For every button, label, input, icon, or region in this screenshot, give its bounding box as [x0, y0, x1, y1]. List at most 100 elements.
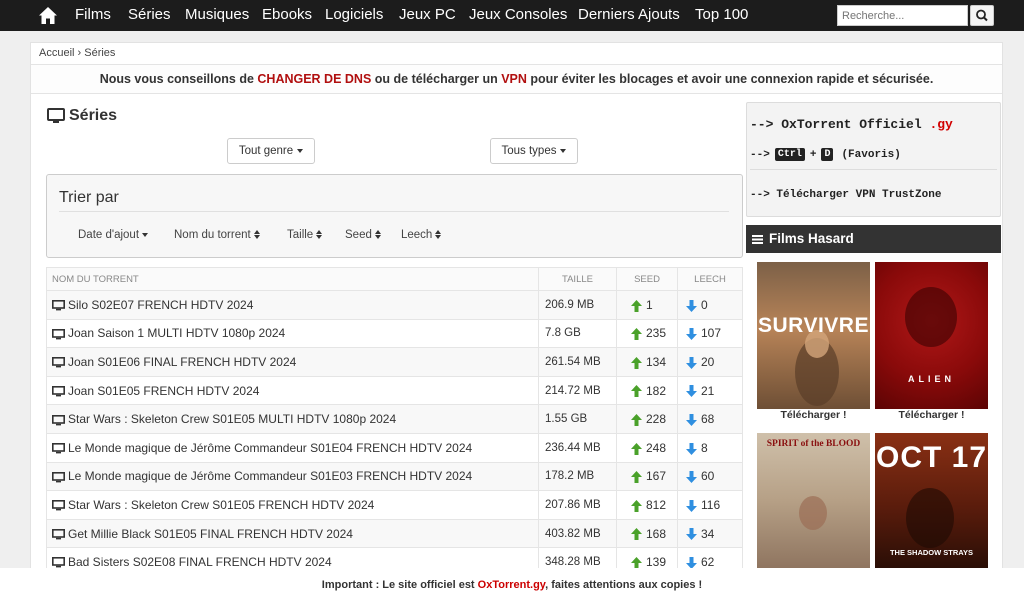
col-header-name: NOM DU TORRENT	[46, 267, 539, 291]
bookmark-shortcut-line: --> Ctrl + D (Favoris)	[750, 148, 901, 161]
poster-oct-17[interactable]: OCT 17 THE SHADOW STRAYS	[875, 433, 988, 568]
size-cell: 403.82 MB	[538, 518, 617, 549]
torrent-name-cell[interactable]: Get Millie Black S01E05 FINAL FRENCH HDT…	[46, 518, 539, 549]
divider	[750, 169, 997, 170]
torrent-name-cell[interactable]: Joan S01E06 FINAL FRENCH HDTV 2024	[46, 347, 539, 377]
leech-cell: 20	[677, 347, 743, 377]
torrent-name-cell[interactable]: Le Monde magique de Jérôme Commandeur S0…	[46, 432, 539, 463]
leech-down-arrow-icon	[686, 471, 697, 484]
nav-series[interactable]: Séries	[128, 0, 171, 31]
search-button[interactable]	[970, 5, 994, 26]
nav-jeux-consoles[interactable]: Jeux Consoles	[469, 0, 567, 31]
home-icon[interactable]	[38, 6, 58, 25]
nav-jeux-pc[interactable]: Jeux PC	[399, 0, 456, 31]
table-row: Joan Saison 1 MULTI HDTV 1080p 2024 7.8 G…	[46, 318, 743, 349]
size-cell: 7.8 GB	[538, 318, 617, 349]
tv-icon	[52, 528, 65, 540]
leech-down-arrow-icon	[686, 356, 697, 369]
torrent-name-cell[interactable]: Star Wars : Skeleton Crew S01E05 FRENCH …	[46, 490, 539, 520]
sort-icon	[435, 230, 442, 240]
size-cell: 236.44 MB	[538, 432, 617, 463]
torrent-link[interactable]: Joan Saison 1 MULTI HDTV 1080p 2024	[68, 326, 285, 340]
seed-cell: 235	[616, 318, 678, 349]
tv-icon	[52, 385, 65, 397]
vpn-link[interactable]: VPN	[501, 72, 527, 86]
caret-down-icon	[560, 148, 567, 153]
d-key: D	[821, 148, 834, 161]
genre-dropdown[interactable]: Tout genre	[227, 138, 315, 164]
torrent-link[interactable]: Silo S02E07 FRENCH HDTV 2024	[68, 298, 253, 312]
top-navbar: Films Séries Musiques Ebooks Logiciels J…	[0, 0, 1024, 31]
sort-seed[interactable]: Seed	[345, 229, 382, 241]
official-site-line[interactable]: --> OxTorrent Officiel .gy	[750, 117, 953, 132]
search-icon	[976, 9, 988, 22]
download-link[interactable]: Télécharger !	[757, 409, 870, 421]
leech-down-arrow-icon	[686, 299, 697, 312]
changer-dns-link[interactable]: CHANGER DE DNS	[257, 72, 371, 86]
table-row: Silo S02E07 FRENCH HDTV 2024 206.9 MB 1 0	[46, 290, 743, 320]
torrent-name-cell[interactable]: Le Monde magique de Jérôme Commandeur S0…	[46, 461, 539, 492]
official-site-link[interactable]: OxTorrent.gy	[478, 579, 545, 591]
tv-icon	[47, 108, 65, 123]
nav-logiciels[interactable]: Logiciels	[325, 0, 383, 31]
nav-top-100[interactable]: Top 100	[695, 0, 748, 31]
sort-desc-icon	[142, 232, 149, 237]
poster-spirit-blood[interactable]: SPIRIT of the BLOOD	[757, 433, 870, 568]
footer-warning: Important : Le site officiel est OxTorre…	[0, 568, 1024, 599]
leech-cell: 34	[677, 518, 743, 549]
nav-musiques[interactable]: Musiques	[185, 0, 249, 31]
torrent-name-cell[interactable]: Joan Saison 1 MULTI HDTV 1080p 2024	[46, 318, 539, 349]
torrent-name-cell[interactable]: Star Wars : Skeleton Crew S01E05 MULTI H…	[46, 404, 539, 434]
sort-panel	[46, 174, 743, 258]
seed-cell: 168	[616, 518, 678, 549]
sort-date-ajout[interactable]: Date d'ajout	[78, 229, 149, 241]
poster-survivre[interactable]: SURVIVRE	[757, 262, 870, 409]
poster-image	[905, 287, 957, 347]
size-cell: 206.9 MB	[538, 290, 617, 320]
sort-nom-torrent[interactable]: Nom du torrent	[174, 229, 261, 241]
seed-up-arrow-icon	[631, 356, 642, 369]
sort-icon	[374, 230, 382, 240]
torrent-link[interactable]: Get Millie Black S01E05 FINAL FRENCH HDT…	[68, 527, 353, 541]
torrent-link[interactable]: Joan S01E05 FRENCH HDTV 2024	[68, 384, 259, 398]
tv-icon	[52, 357, 65, 368]
torrent-name-cell[interactable]: Joan S01E05 FRENCH HDTV 2024	[46, 375, 539, 406]
vpn-download-link[interactable]: --> Télécharger VPN TrustZone	[750, 189, 941, 201]
sort-title: Trier par	[59, 189, 119, 206]
search-input[interactable]	[837, 5, 968, 26]
table-row: Joan S01E06 FINAL FRENCH HDTV 2024 261.54…	[46, 347, 743, 377]
table-header: NOM DU TORRENT TAILLE SEED LEECH	[46, 267, 743, 291]
type-dropdown[interactable]: Tous types	[490, 138, 578, 164]
size-cell: 207.86 MB	[538, 490, 617, 520]
leech-down-arrow-icon	[686, 528, 697, 541]
nav-films[interactable]: Films	[75, 0, 111, 31]
seed-cell: 812	[616, 490, 678, 520]
leech-cell: 21	[677, 375, 743, 406]
torrent-link[interactable]: Joan S01E06 FINAL FRENCH HDTV 2024	[68, 355, 296, 369]
sort-icon	[316, 230, 323, 240]
sort-leech[interactable]: Leech	[401, 229, 442, 241]
torrent-link[interactable]: Star Wars : Skeleton Crew S01E05 MULTI H…	[68, 412, 396, 426]
torrent-link[interactable]: Star Wars : Skeleton Crew S01E05 FRENCH …	[68, 498, 374, 512]
torrent-name-cell[interactable]: Silo S02E07 FRENCH HDTV 2024	[46, 290, 539, 320]
table-row: Star Wars : Skeleton Crew S01E05 FRENCH …	[46, 490, 743, 520]
seed-cell: 134	[616, 347, 678, 377]
download-link[interactable]: Télécharger !	[875, 409, 988, 421]
torrent-link[interactable]: Le Monde magique de Jérôme Commandeur S0…	[68, 469, 472, 483]
leech-cell: 116	[677, 490, 743, 520]
torrent-table: NOM DU TORRENT TAILLE SEED LEECH Silo S0…	[46, 267, 743, 577]
nav-derniers-ajouts[interactable]: Derniers Ajouts	[578, 0, 680, 31]
ctrl-key: Ctrl	[774, 148, 805, 161]
seed-up-arrow-icon	[631, 528, 642, 541]
torrent-link[interactable]: Le Monde magique de Jérôme Commandeur S0…	[68, 441, 472, 455]
caret-down-icon	[297, 148, 304, 153]
seed-up-arrow-icon	[631, 442, 642, 455]
size-cell: 214.72 MB	[538, 375, 617, 406]
leech-down-arrow-icon	[686, 328, 697, 341]
tv-icon	[52, 443, 65, 454]
tv-icon	[52, 300, 65, 311]
poster-alien[interactable]: ALIEN	[875, 262, 988, 409]
sort-taille[interactable]: Taille	[287, 229, 323, 241]
page-title: Séries	[47, 107, 117, 125]
nav-ebooks[interactable]: Ebooks	[262, 0, 312, 31]
